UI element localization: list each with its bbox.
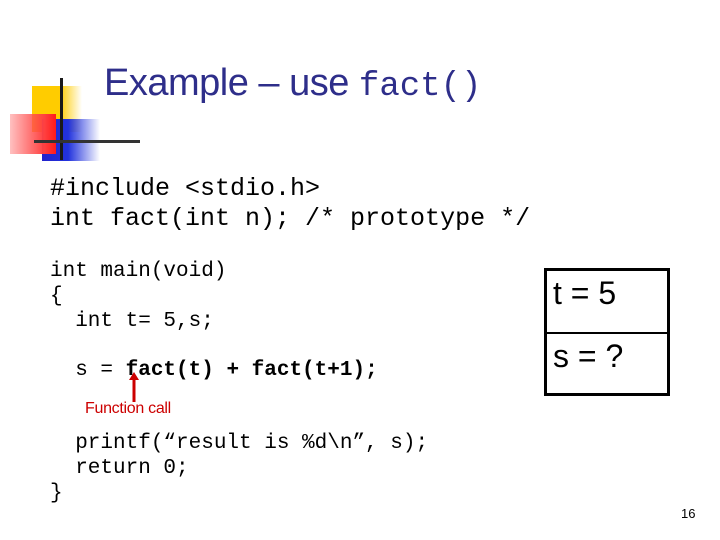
prototype-line: int fact(int n); /* prototype */ (50, 204, 531, 233)
include-line: #include <stdio.h> (50, 174, 321, 203)
close-brace-line: } (50, 482, 63, 505)
slide-title-code: fact() (358, 68, 482, 106)
slide-title: Example – use fact() (104, 62, 481, 106)
slide-title-text: Example – use (104, 62, 359, 104)
red-square-decoration (10, 114, 56, 154)
function-call-annotation: Function call (85, 400, 171, 417)
page-number: 16 (681, 506, 696, 521)
variable-t-cell: t = 5 (553, 275, 617, 311)
main-signature-line: int main(void) (50, 260, 227, 283)
up-arrow-icon (129, 372, 139, 402)
return-line: return 0; (50, 457, 189, 480)
assignment-line: s = fact(t) + fact(t+1); (50, 358, 378, 383)
printf-line: printf(“result is %d\n”, s); (50, 432, 429, 455)
horizontal-line-decoration (34, 140, 140, 143)
variable-s-cell: s = ? (547, 332, 667, 393)
open-brace-line: { (50, 285, 63, 308)
assignment-prefix: s = (50, 359, 126, 382)
function-call-expression: fact(t) + fact(t+1); (125, 359, 378, 382)
declaration-line: int t= 5,s; (50, 310, 214, 333)
vertical-line-decoration (60, 78, 63, 160)
variables-box: t = 5 s = ? (544, 268, 670, 396)
